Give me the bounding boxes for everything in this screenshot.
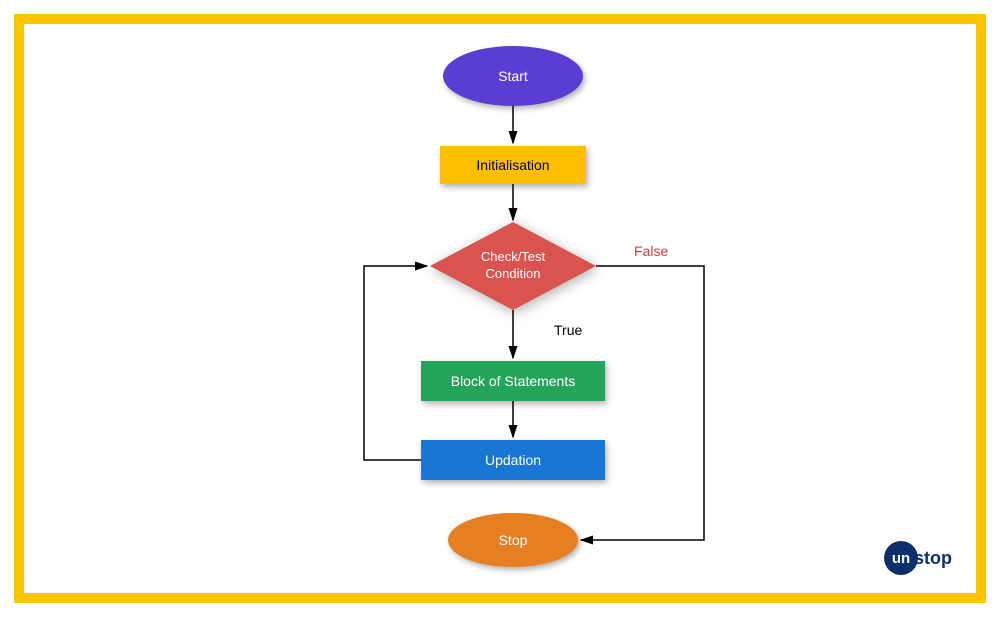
true-edge-label: True bbox=[554, 322, 582, 338]
false-edge-label: False bbox=[634, 243, 668, 259]
initialisation-node: Initialisation bbox=[440, 146, 586, 184]
logo-circle: un bbox=[884, 541, 918, 575]
unstop-logo: un stop bbox=[884, 541, 952, 575]
condition-label: Check/Test Condition bbox=[430, 222, 596, 310]
stop-label: Stop bbox=[499, 532, 528, 548]
logo-text: stop bbox=[914, 548, 952, 569]
initialisation-label: Initialisation bbox=[476, 157, 549, 173]
start-label: Start bbox=[498, 68, 528, 84]
condition-node: Check/Test Condition bbox=[430, 222, 596, 310]
diagram-frame: Start Initialisation Check/Test Conditio… bbox=[14, 14, 986, 603]
updation-label: Updation bbox=[485, 452, 541, 468]
stop-node: Stop bbox=[448, 513, 578, 567]
updation-node: Updation bbox=[421, 440, 605, 480]
block-node: Block of Statements bbox=[421, 361, 605, 401]
start-node: Start bbox=[443, 46, 583, 106]
block-label: Block of Statements bbox=[451, 373, 576, 389]
flowchart-canvas: Start Initialisation Check/Test Conditio… bbox=[24, 24, 976, 593]
